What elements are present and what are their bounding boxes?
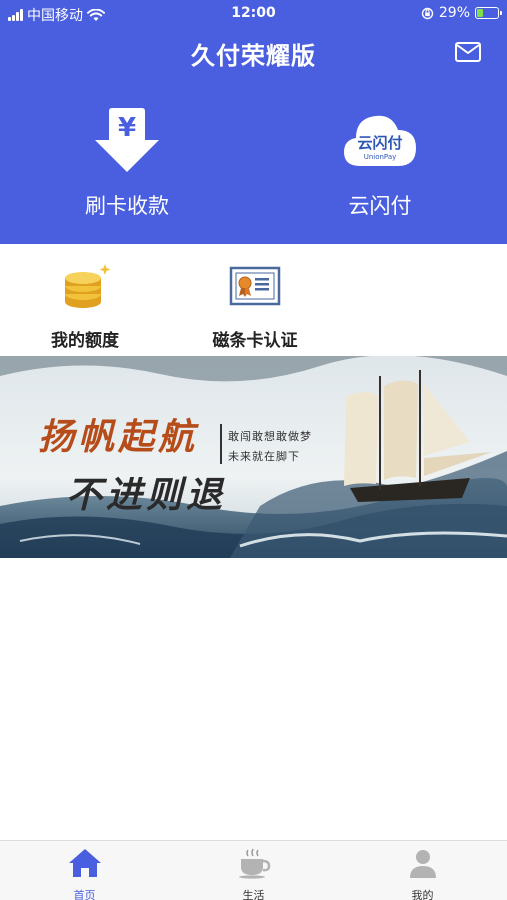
coffee-cup-icon — [238, 848, 270, 879]
tab-mine-label: 我的 — [411, 889, 434, 900]
unionpay-logo-text: 云闪付 — [357, 134, 402, 152]
unionpay-button[interactable]: 云闪付 UnionPay 云闪付 — [280, 100, 480, 220]
tab-mine[interactable]: 我的 — [338, 847, 507, 900]
banner-slogan-line1: 扬帆起航 — [38, 416, 199, 458]
tab-life[interactable]: 生活 — [169, 847, 338, 900]
yuan-download-icon: ¥ — [95, 108, 159, 172]
user-icon — [409, 850, 436, 878]
tab-home[interactable]: 首页 — [0, 847, 169, 900]
certificate-icon — [229, 266, 281, 306]
unionpay-label: 云闪付 — [348, 194, 412, 218]
orientation-lock-icon — [421, 7, 434, 19]
home-icon — [68, 849, 101, 877]
coins-icon — [65, 264, 111, 308]
tab-home-label: 首页 — [73, 889, 96, 900]
swipe-card-button[interactable]: ¥ 刷卡收款 — [27, 100, 227, 220]
banner-divider — [220, 424, 222, 464]
app-screen: 中国移动 12:00 29% 久付荣耀版 ¥ 刷卡收款 云闪付 UnionPay… — [0, 0, 507, 900]
status-bar: 中国移动 12:00 29% — [0, 0, 507, 28]
page-title: 久付荣耀版 — [191, 42, 316, 70]
banner-subtext-line1: 敢闯敢想敢做梦 — [228, 430, 312, 443]
status-right: 29% — [421, 5, 502, 21]
bottom-tab-bar: 首页 生活 我的 — [0, 840, 507, 900]
battery-fill — [477, 9, 483, 17]
unionpay-logo-subtext: UnionPay — [364, 153, 397, 161]
feature-row: 我的额度 磁条卡认证 — [0, 244, 507, 356]
tab-life-label: 生活 — [242, 889, 265, 900]
magstripe-verify-button[interactable]: 磁条卡认证 — [170, 258, 340, 351]
promo-banner[interactable]: 扬帆起航 不进则退 敢闯敢想敢做梦 未来就在脚下 — [0, 356, 507, 558]
swipe-card-label: 刷卡收款 — [85, 194, 169, 218]
my-quota-label: 我的额度 — [51, 331, 119, 351]
header: 中国移动 12:00 29% 久付荣耀版 ¥ 刷卡收款 云闪付 UnionPay… — [0, 0, 507, 244]
battery-percent: 29% — [438, 5, 470, 21]
magstripe-verify-label: 磁条卡认证 — [212, 331, 298, 351]
banner-slogan-line2: 不进则退 — [66, 474, 227, 516]
svg-text:¥: ¥ — [118, 113, 136, 143]
my-quota-button[interactable]: 我的额度 — [0, 258, 170, 351]
banner-subtext-line2: 未来就在脚下 — [228, 450, 300, 463]
mail-icon[interactable] — [455, 41, 481, 63]
unionpay-cloud-icon: 云闪付 UnionPay — [344, 115, 416, 166]
battery-icon — [475, 7, 502, 19]
